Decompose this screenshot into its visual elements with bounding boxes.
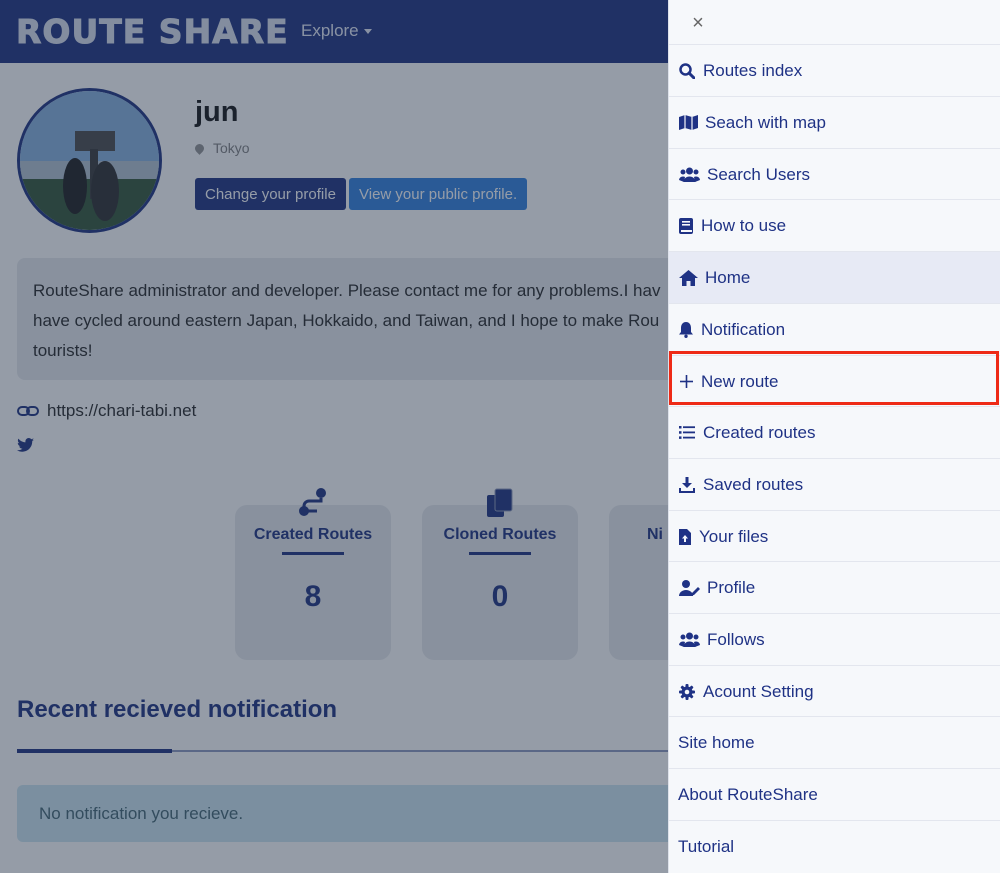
menu-item-label: Profile [707, 577, 756, 597]
users-icon [678, 631, 700, 649]
menu-item-label: Your files [699, 526, 769, 546]
menu-item-created-routes[interactable]: Created routes [669, 406, 1000, 458]
menu-item-profile[interactable]: Profile [669, 561, 1000, 613]
menu-item-site-home[interactable]: Site home [669, 716, 1000, 768]
menu-item-tutorial[interactable]: Tutorial [669, 820, 1000, 873]
menu-item-how-to-use[interactable]: How to use [669, 199, 1000, 251]
file-upload-icon [678, 528, 692, 546]
menu-item-label: Routes index [703, 60, 803, 80]
menu-item-label: Tutorial [678, 837, 735, 856]
menu-item-saved-routes[interactable]: Saved routes [669, 458, 1000, 510]
menu-item-label: About RouteShare [678, 784, 818, 804]
home-icon [678, 269, 698, 287]
menu-item-label: Notification [701, 319, 786, 339]
menu-item-about[interactable]: About RouteShare [669, 768, 1000, 820]
menu-item-label: How to use [701, 215, 787, 235]
download-icon [678, 476, 696, 494]
map-icon [678, 114, 698, 132]
menu-item-routes-index[interactable]: Routes index [669, 44, 1000, 96]
list-icon [678, 424, 696, 442]
menu-item-follows[interactable]: Follows [669, 613, 1000, 665]
menu-item-label: Saved routes [703, 474, 804, 494]
menu-item-home[interactable]: Home [669, 251, 1000, 303]
user-edit-icon [678, 579, 700, 597]
close-icon[interactable]: × [688, 13, 708, 33]
users-icon [678, 166, 700, 184]
gear-icon [678, 683, 696, 701]
menu-item-label: Follows [707, 629, 765, 649]
search-icon [678, 62, 696, 80]
bell-icon [678, 321, 694, 339]
menu-item-label: Acount Setting [703, 681, 814, 701]
menu-item-label: Created routes [703, 422, 816, 442]
menu-item-search-map[interactable]: Seach with map [669, 96, 1000, 148]
menu-item-label: Seach with map [705, 112, 826, 132]
menu-item-notification[interactable]: Notification [669, 303, 1000, 355]
menu-item-account-setting[interactable]: Acount Setting [669, 665, 1000, 717]
menu-item-search-users[interactable]: Search Users [669, 148, 1000, 200]
book-icon [678, 217, 694, 235]
new-route-highlight [669, 351, 999, 405]
menu-item-label: Site home [678, 732, 755, 752]
menu-item-label: Search Users [707, 164, 810, 184]
menu-item-label: Home [705, 267, 751, 287]
menu-item-your-files[interactable]: Your files [669, 510, 1000, 562]
